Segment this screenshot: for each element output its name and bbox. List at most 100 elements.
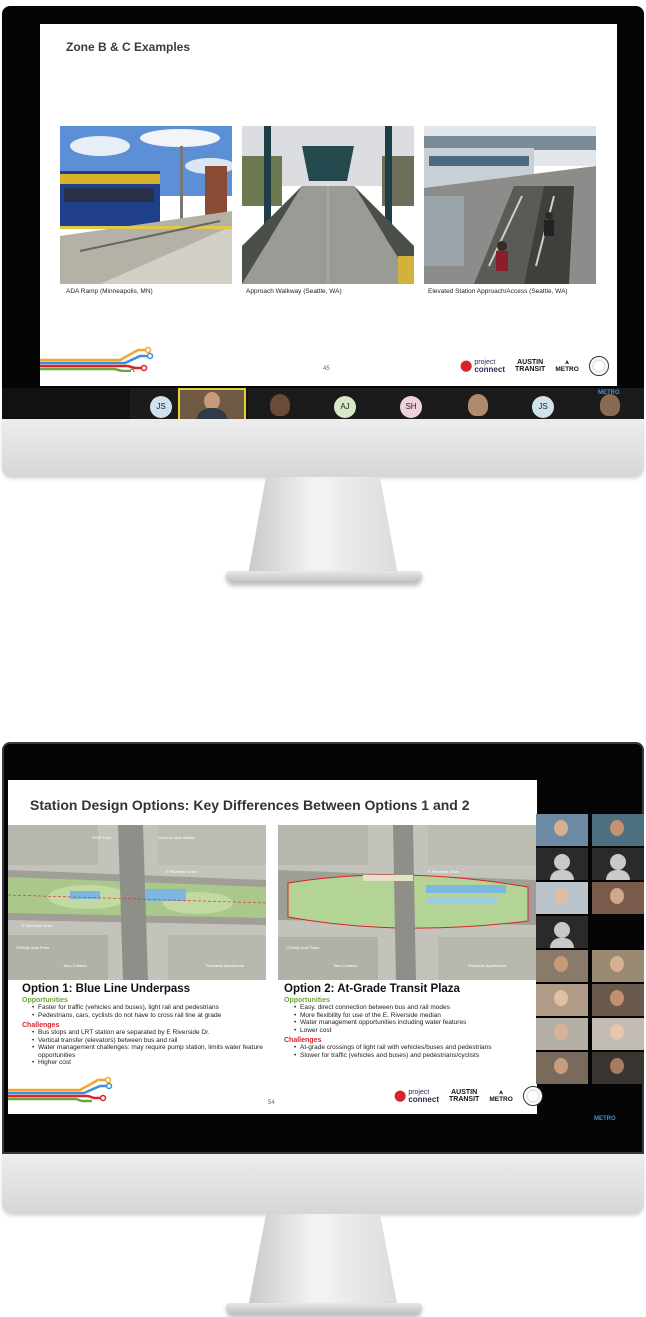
logo-text: connect bbox=[408, 1094, 439, 1104]
map-label: E Riverside Drive bbox=[22, 923, 53, 928]
participant-face bbox=[554, 1058, 568, 1074]
logo-text: AUSTIN bbox=[517, 359, 544, 366]
participant-face bbox=[610, 990, 624, 1006]
photo-approach-walkway bbox=[242, 126, 414, 284]
list-item: Bus stops and LRT station are separated … bbox=[32, 1029, 284, 1037]
user-avatar-icon bbox=[550, 854, 574, 880]
map-pin-icon: ⬤ bbox=[394, 1089, 407, 1102]
map-label: Taco Cabana bbox=[333, 963, 357, 968]
challenges-label: Challenges bbox=[284, 1037, 322, 1044]
participant-face bbox=[610, 820, 624, 836]
logo-text: METRO bbox=[489, 1096, 513, 1103]
participant-face bbox=[610, 1058, 624, 1074]
transit-lines-graphic bbox=[40, 346, 154, 372]
participant-video[interactable] bbox=[592, 984, 644, 1016]
participant-face bbox=[554, 888, 568, 904]
metro-logo: ⩚ METRO bbox=[555, 359, 578, 373]
opportunities-label: Opportunities bbox=[22, 997, 68, 1004]
monitor-stand-foot bbox=[226, 571, 422, 583]
participant-video[interactable] bbox=[592, 1018, 644, 1050]
map-label: Taco Cabana bbox=[63, 963, 87, 968]
participant-video[interactable] bbox=[536, 1018, 588, 1050]
participant-photo bbox=[468, 394, 488, 416]
shared-slide: Zone B & C Examples ADA Ramp (Minneapoli… bbox=[40, 24, 617, 386]
site-plan-option-1: E Riverside Drive E Riverside Drive O'Re… bbox=[8, 825, 266, 980]
transit-lines-graphic bbox=[8, 1076, 113, 1103]
option-heading: Option 2: At-Grade Transit Plaza bbox=[284, 983, 460, 995]
list-item: Slower for traffic (vehicles and buses) … bbox=[294, 1052, 534, 1060]
monitor-chin bbox=[2, 419, 644, 477]
slide-page-number: 45 bbox=[323, 366, 330, 372]
map-label: E Riverside Drive bbox=[428, 869, 459, 874]
map-label: IHOP Fuel bbox=[92, 835, 111, 840]
list-item: Easy, direct connection between bus and … bbox=[294, 1004, 534, 1012]
participant-video[interactable] bbox=[592, 814, 644, 846]
austin-transit-logo: AUSTIN TRANSIT bbox=[515, 359, 545, 373]
challenges-label: Challenges bbox=[22, 1022, 60, 1029]
participant-video[interactable] bbox=[536, 950, 588, 982]
participant-video[interactable] bbox=[536, 814, 588, 846]
opportunities-list: Faster for traffic (vehicles and buses),… bbox=[32, 1004, 284, 1019]
list-item: Lower cost bbox=[294, 1027, 534, 1035]
participant-face bbox=[554, 1024, 568, 1040]
option-heading: Option 1: Blue Line Underpass bbox=[22, 983, 191, 995]
monitor-stand-neck bbox=[248, 477, 398, 575]
slide-title: Station Design Options: Key Differences … bbox=[30, 797, 470, 813]
partner-logos: ⬤ project connect AUSTIN TRANSIT ⩚ METRO bbox=[460, 356, 609, 376]
map-label: O'Reilly Auto Parts bbox=[286, 945, 320, 950]
logo-text: METRO bbox=[555, 366, 579, 373]
user-avatar-icon bbox=[550, 922, 574, 948]
participant-face bbox=[554, 820, 568, 836]
logo-text: connect bbox=[474, 364, 505, 374]
partner-logos: ⬤ project connect AUSTIN TRANSIT ⩚ METRO bbox=[394, 1086, 543, 1106]
metro-icon: ⩚ bbox=[565, 359, 569, 366]
option-2-panel: Option 2: At-Grade Transit Plaza Opportu… bbox=[284, 983, 534, 1059]
photo-ada-ramp bbox=[60, 126, 232, 284]
list-item: Vertical transfer (elevators) between bu… bbox=[32, 1037, 284, 1045]
slide-title: Zone B & C Examples bbox=[66, 40, 191, 54]
list-item: More flexibility for use of the E. River… bbox=[294, 1012, 534, 1020]
map-label: Chevron Gas Station bbox=[158, 835, 196, 840]
participant-video[interactable] bbox=[592, 882, 644, 914]
slide-page-number: 54 bbox=[268, 1100, 275, 1106]
list-item: Faster for traffic (vehicles and buses),… bbox=[32, 1004, 284, 1012]
list-item: Higher cost bbox=[32, 1059, 284, 1067]
list-item: At-grade crossings of light rail with ve… bbox=[294, 1044, 534, 1052]
participant-placeholder[interactable] bbox=[592, 848, 644, 880]
participant-photo bbox=[270, 394, 290, 416]
challenges-list: At-grade crossings of light rail with ve… bbox=[294, 1044, 534, 1059]
option-1-panel: Option 1: Blue Line Underpass Opportunit… bbox=[22, 983, 284, 1067]
opportunities-label: Opportunities bbox=[284, 997, 330, 1004]
participant-video[interactable] bbox=[536, 1052, 588, 1084]
project-connect-logo: ⬤ project connect bbox=[394, 1089, 439, 1104]
city-seal-icon bbox=[522, 1086, 543, 1106]
participant-face bbox=[610, 956, 624, 972]
participant-placeholder[interactable] bbox=[536, 916, 588, 948]
map-label: E Riverside Drive bbox=[166, 869, 197, 874]
challenges-list: Bus stops and LRT station are separated … bbox=[32, 1029, 284, 1067]
participant-photo bbox=[600, 394, 620, 416]
participant-face bbox=[610, 888, 624, 904]
list-item: Pedestrians, cars, cyclists do not have … bbox=[32, 1012, 284, 1020]
participant-initials: JS bbox=[532, 396, 554, 418]
participant-video[interactable] bbox=[592, 950, 644, 982]
participant-video[interactable] bbox=[536, 882, 588, 914]
participant-video[interactable] bbox=[592, 1052, 644, 1084]
project-connect-logo: ⬤ project connect bbox=[460, 359, 505, 374]
logo-text: TRANSIT bbox=[448, 1096, 480, 1103]
list-item: Water management opportunities including… bbox=[294, 1019, 534, 1027]
photo-elevated-station bbox=[424, 126, 596, 284]
page: Zone B & C Examples ADA Ramp (Minneapoli… bbox=[0, 0, 646, 1317]
photo-caption: Approach Walkway (Seattle, WA) bbox=[246, 288, 342, 295]
participant-face bbox=[554, 956, 568, 972]
participant-face bbox=[610, 1024, 624, 1040]
map-label: Riverside Apartments bbox=[468, 963, 507, 968]
metro-watermark: METRO bbox=[594, 1116, 616, 1122]
user-avatar-icon bbox=[606, 854, 630, 880]
monitor-stand-neck bbox=[248, 1214, 398, 1308]
map-label: O'Reilly Auto Parts bbox=[16, 945, 50, 950]
participant-video[interactable] bbox=[536, 984, 588, 1016]
opportunities-list: Easy, direct connection between bus and … bbox=[294, 1004, 534, 1034]
logo-text: AUSTIN bbox=[451, 1089, 478, 1096]
participant-placeholder[interactable] bbox=[536, 848, 588, 880]
